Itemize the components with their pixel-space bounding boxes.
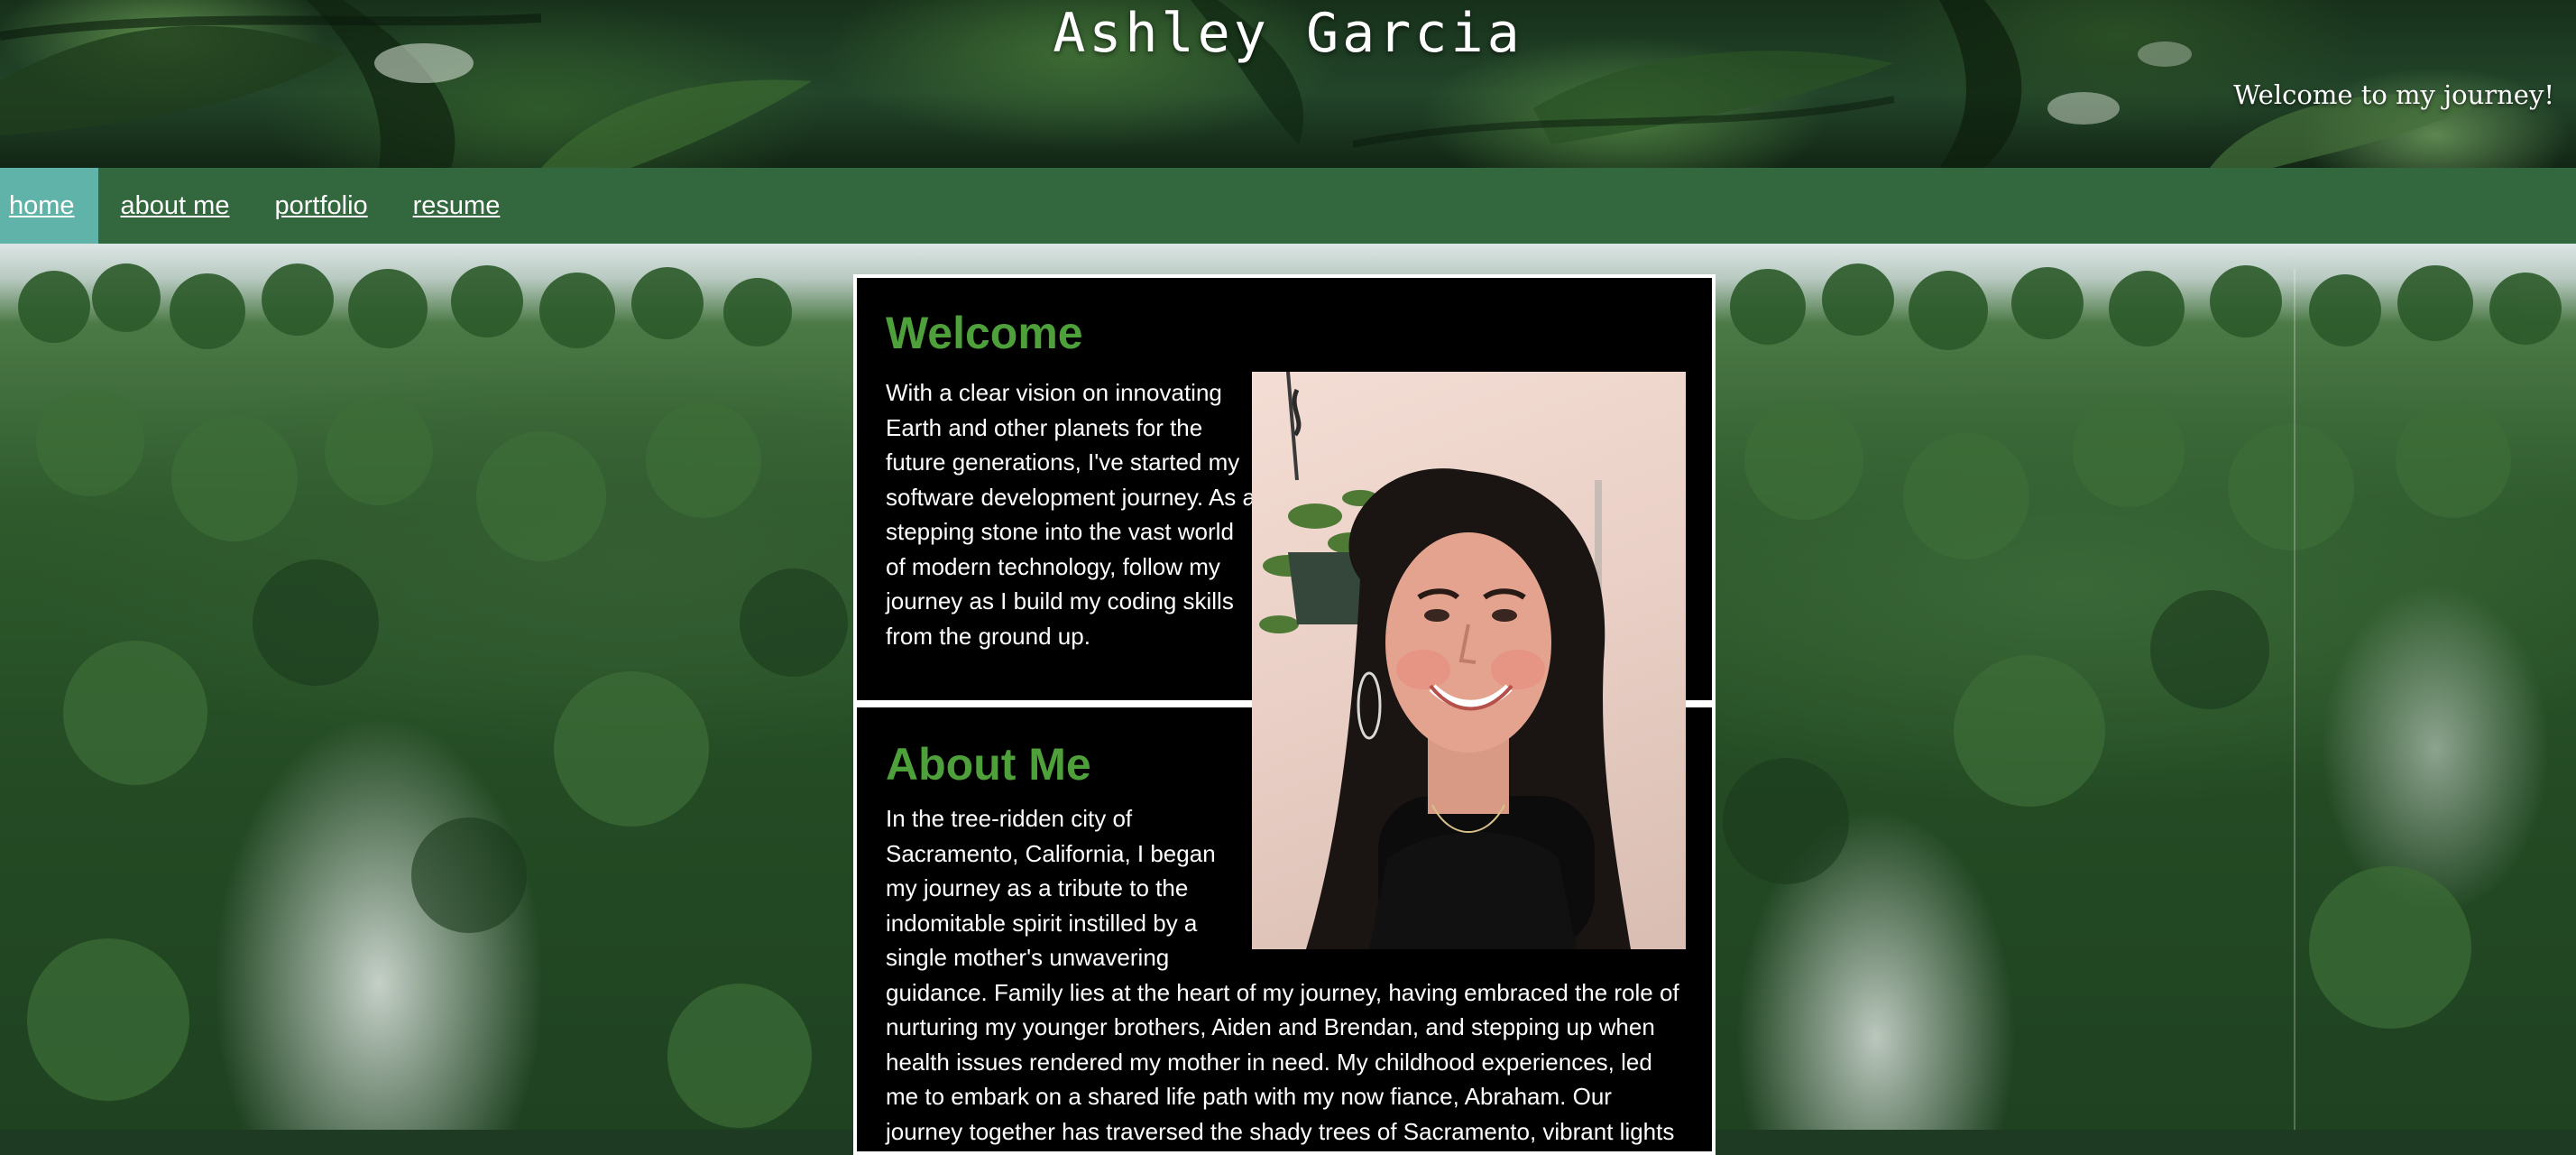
nav-link-home[interactable]: home — [0, 168, 98, 244]
nav-link-about-me[interactable]: about me — [98, 168, 253, 244]
nav-link-portfolio[interactable]: portfolio — [252, 168, 390, 244]
about-heading: About Me — [886, 739, 1091, 790]
main-nav: home about me portfolio resume — [0, 168, 2576, 244]
welcome-text: With a clear vision on innovating Earth … — [886, 379, 1256, 650]
header-banner: Ashley Garcia Welcome to my journey! — [0, 0, 2576, 168]
site-title: Ashley Garcia — [1053, 2, 1523, 65]
welcome-heading: Welcome — [886, 308, 1083, 358]
profile-photo — [1252, 372, 1686, 949]
background-seam — [2294, 269, 2295, 1130]
nav-link-resume[interactable]: resume — [391, 168, 523, 244]
tagline: Welcome to my journey! — [2233, 79, 2554, 110]
